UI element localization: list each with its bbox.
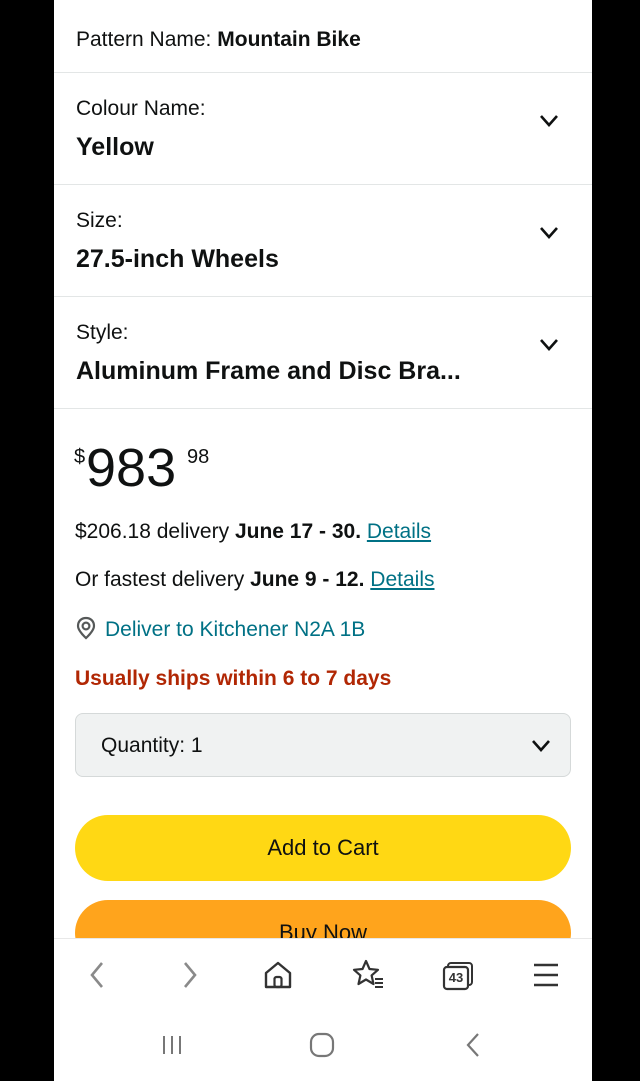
chevron-down-icon: [540, 227, 558, 239]
ships-notice: Usually ships within 6 to 7 days: [75, 667, 392, 690]
delivery-dates: June 17 - 30: [234, 520, 356, 543]
delivery-line: $206.18 delivery June 17 - 30. Details: [75, 520, 431, 544]
system-back-icon[interactable]: [456, 1030, 492, 1060]
delivery-cost: $206.18 delivery: [75, 520, 235, 543]
home-button-icon[interactable]: [304, 1030, 340, 1060]
size-label: Size:: [76, 209, 123, 232]
browser-toolbar: 43: [54, 938, 592, 1011]
price-whole: 983: [86, 438, 177, 498]
phone-screen: Pattern Name: Mountain Bike Colour Name:…: [54, 0, 592, 1081]
pattern-value: Mountain Bike: [217, 28, 361, 51]
style-selector[interactable]: Style: Aluminum Frame and Disc Bra...: [54, 297, 592, 409]
pattern-name: Pattern Name: Mountain Bike: [76, 28, 361, 52]
chevron-down-icon: [532, 740, 550, 752]
deliver-to-link[interactable]: Deliver to Kitchener N2A 1B: [75, 616, 365, 642]
quantity-value: 1: [190, 734, 203, 757]
delivery-details-link[interactable]: Details: [367, 520, 431, 543]
price-fraction: 98: [187, 446, 210, 468]
quantity-select[interactable]: Quantity: 1: [75, 713, 571, 777]
style-label: Style:: [76, 321, 129, 344]
chevron-down-icon: [540, 115, 558, 127]
fastest-sep: .: [358, 568, 371, 591]
home-icon[interactable]: [260, 957, 296, 993]
add-to-cart-button[interactable]: Add to Cart: [75, 815, 571, 881]
deliver-to-text: Deliver to Kitchener N2A 1B: [105, 618, 366, 641]
quantity-text: Quantity: 1: [101, 734, 203, 758]
chevron-down-icon: [540, 339, 558, 351]
fastest-delivery-line: Or fastest delivery June 9 - 12. Details: [75, 568, 435, 592]
size-value: 27.5-inch Wheels: [76, 245, 279, 273]
price-currency: $: [74, 446, 86, 468]
location-pin-icon: [76, 616, 96, 640]
system-nav-bar: [54, 1010, 592, 1081]
pattern-label: Pattern Name:: [76, 28, 212, 51]
fastest-dates: June 9 - 12: [250, 568, 359, 591]
quantity-label: Quantity:: [101, 734, 186, 757]
size-selector[interactable]: Size: 27.5-inch Wheels: [54, 185, 592, 297]
colour-value: Yellow: [76, 133, 154, 161]
fastest-details-link[interactable]: Details: [370, 568, 434, 591]
tabs-button[interactable]: 43: [440, 957, 476, 993]
delivery-sep: .: [355, 520, 367, 543]
recent-apps-icon[interactable]: [154, 1030, 190, 1060]
fastest-prefix: Or fastest delivery: [75, 568, 251, 591]
pattern-name-row: Pattern Name: Mountain Bike: [54, 0, 592, 73]
menu-icon[interactable]: [528, 957, 564, 993]
forward-arrow-icon[interactable]: [171, 957, 207, 993]
tab-count: 43: [448, 970, 464, 985]
back-arrow-icon[interactable]: [80, 957, 116, 993]
bookmark-star-icon[interactable]: [350, 957, 386, 993]
colour-selector[interactable]: Colour Name: Yellow: [54, 73, 592, 185]
colour-label: Colour Name:: [76, 97, 206, 120]
style-value: Aluminum Frame and Disc Bra...: [76, 357, 461, 385]
